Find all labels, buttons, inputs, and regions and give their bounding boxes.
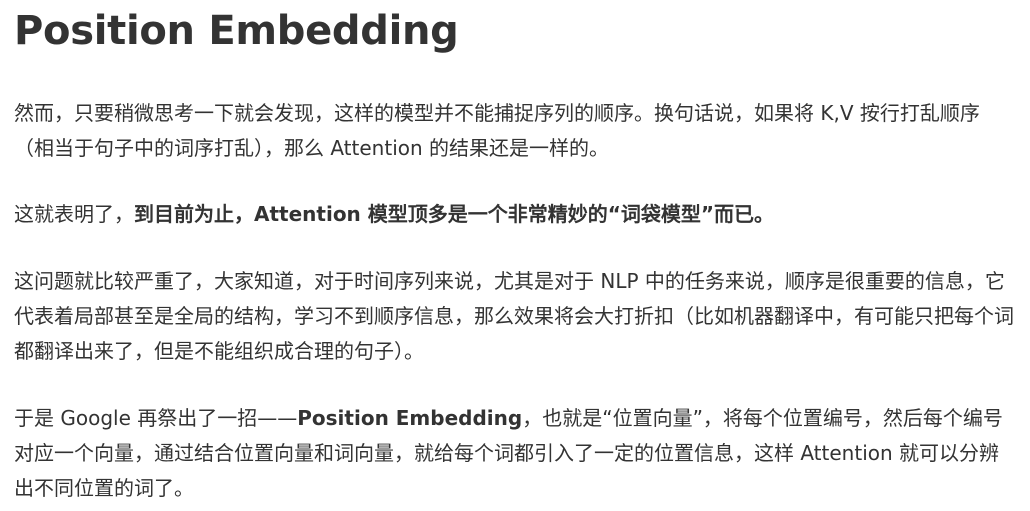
position-embedding-term: Position Embedding bbox=[297, 406, 523, 430]
paragraph-order-problem-text: 然而，只要稍微思考一下就会发现，这样的模型并不能捕捉序列的顺序。换句话说，如果将… bbox=[14, 101, 980, 160]
paragraph-bag-of-words-emphasis: 到目前为止，Attention 模型顶多是一个非常精妙的“词袋模型”而已。 bbox=[134, 202, 775, 226]
paragraph-bag-of-words-lead: 这就表明了， bbox=[14, 202, 134, 226]
paragraph-sequence-importance-text: 这问题就比较严重了，大家知道，对于时间序列来说，尤其是对于 NLP 中的任务来说… bbox=[14, 269, 1014, 363]
paragraph-position-embedding: 于是 Google 再祭出了一招——Position Embedding，也就是… bbox=[14, 401, 1016, 506]
paragraph-bag-of-words: 这就表明了，到目前为止，Attention 模型顶多是一个非常精妙的“词袋模型”… bbox=[14, 197, 1016, 232]
paragraph-sequence-importance: 这问题就比较严重了，大家知道，对于时间序列来说，尤其是对于 NLP 中的任务来说… bbox=[14, 264, 1016, 369]
paragraph-position-embedding-lead: 于是 Google 再祭出了一招—— bbox=[14, 406, 298, 430]
paragraph-order-problem: 然而，只要稍微思考一下就会发现，这样的模型并不能捕捉序列的顺序。换句话说，如果将… bbox=[14, 96, 1016, 166]
article-body: Position Embedding 然而，只要稍微思考一下就会发现，这样的模型… bbox=[0, 4, 1030, 506]
section-title: Position Embedding bbox=[14, 8, 459, 54]
